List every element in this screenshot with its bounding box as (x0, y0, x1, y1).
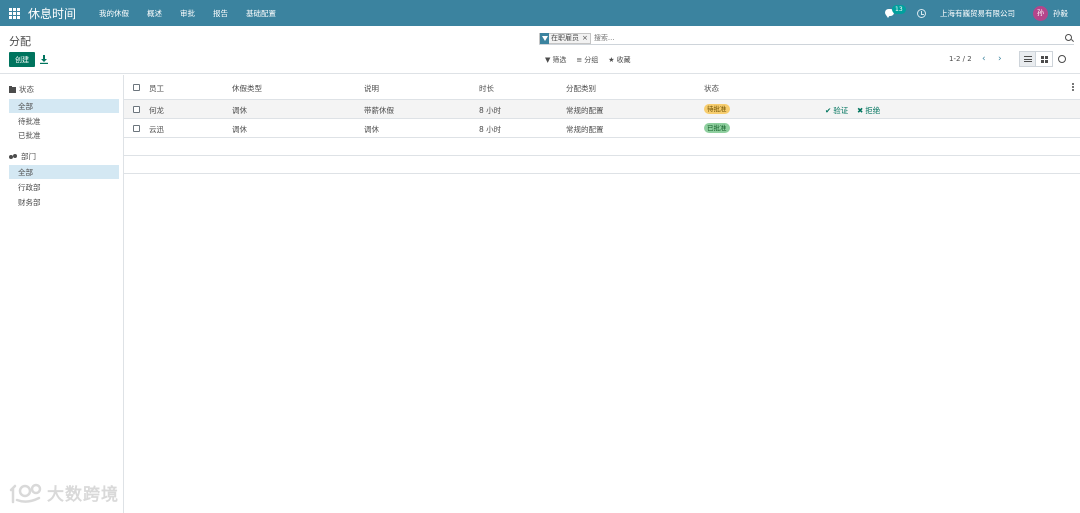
navbar-systray: 13 上海有巍贸易有限公司 孙 孙毅 (885, 0, 1080, 26)
users-icon (9, 153, 18, 160)
search-bar: 在职雇员 × (539, 32, 1074, 45)
refuse-button[interactable]: ✖ 拒绝 (857, 105, 880, 116)
clock-icon (1057, 55, 1066, 63)
favorite-label: 收藏 (616, 56, 631, 64)
side-item-department-finance[interactable]: 财务部 (9, 195, 119, 209)
top-navbar: 休息时间 我的休假 概述 审批 报告 基础配置 13 上海有巍贸易有限公司 孙 … (0, 0, 1080, 26)
cell-leave-type: 调休 (232, 106, 247, 115)
side-group-department-title: 部门 (9, 151, 36, 162)
funnel-icon: ▼ (545, 56, 551, 64)
side-item-status-pending[interactable]: 待批准 (9, 114, 119, 128)
table-header: 员工 休假类型 说明 时长 分配类别 状态 (124, 75, 1080, 100)
column-header-description[interactable]: 说明 (364, 83, 379, 94)
kanban-icon (1040, 55, 1048, 63)
side-group-label: 部门 (21, 152, 36, 161)
validate-button[interactable]: ✔ 验证 (825, 105, 848, 116)
cell-duration: 8 小时 (479, 125, 502, 134)
pager-value[interactable]: 1-2 / 2 (949, 55, 972, 63)
table-row[interactable]: 云迅 调休 调休 8 小时 常规的配置 已批准 (124, 119, 1080, 138)
column-header-category[interactable]: 分配类别 (566, 83, 596, 94)
create-button[interactable]: 创建 (9, 52, 35, 67)
facet-remove-icon[interactable]: × (581, 34, 590, 42)
column-header-duration[interactable]: 时长 (479, 83, 494, 94)
watermark-logo-icon (9, 483, 42, 503)
watermark-text: 大数跨境 (47, 485, 119, 505)
refuse-label: 拒绝 (865, 106, 881, 115)
empty-row (124, 138, 1080, 156)
list-icon (1023, 56, 1032, 62)
cross-icon: ✖ (857, 106, 864, 115)
watermark: 大数跨境 (9, 480, 119, 505)
group-label: 分组 (584, 56, 599, 64)
row-checkbox[interactable] (133, 125, 140, 132)
apps-menu-icon[interactable] (9, 7, 20, 19)
side-group-status-title: 状态 (9, 84, 34, 95)
menu-item-overview[interactable]: 概述 (138, 8, 171, 19)
cell-category: 常规的配置 (566, 125, 604, 134)
filter-icon (540, 32, 549, 44)
user-avatar[interactable]: 孙 (1033, 5, 1048, 21)
menu-item-approvals[interactable]: 审批 (171, 8, 204, 19)
cell-duration: 8 小时 (479, 106, 502, 115)
main-menu: 我的休假 概述 审批 报告 基础配置 (90, 8, 285, 19)
menu-item-configuration[interactable]: 基础配置 (237, 8, 285, 19)
search-icon[interactable] (1065, 34, 1072, 41)
message-count-badge: 13 (892, 5, 906, 14)
side-item-department-all[interactable]: 全部 (9, 165, 119, 179)
user-name[interactable]: 孙毅 (1053, 8, 1068, 19)
cell-description: 调休 (364, 125, 379, 134)
filter-dropdown[interactable]: ▼ 筛选 (545, 55, 566, 65)
column-header-employee[interactable]: 员工 (149, 83, 164, 94)
app-title[interactable]: 休息时间 (28, 5, 76, 22)
table-row[interactable]: 何龙 调休 带薪休假 8 小时 常规的配置 待批准 ✔ 验证 ✖ 拒绝 (124, 100, 1080, 119)
check-icon: ✔ (825, 106, 832, 115)
favorites-dropdown[interactable]: ★ 收藏 (608, 55, 630, 65)
cell-description: 带薪休假 (364, 106, 394, 115)
folder-icon (9, 85, 16, 93)
search-options: ▼ 筛选 ≡ 分组 ★ 收藏 (545, 55, 641, 65)
side-item-status-all[interactable]: 全部 (9, 99, 119, 113)
row-checkbox[interactable] (133, 106, 140, 113)
cell-employee: 何龙 (149, 106, 164, 115)
kanban-view-button[interactable] (1036, 51, 1053, 67)
side-item-department-admin[interactable]: 行政部 (9, 180, 119, 194)
pager-next-icon[interactable]: › (998, 54, 1002, 64)
facet-value: 在职雇员 (551, 34, 579, 42)
empty-row (124, 156, 1080, 174)
cell-leave-type: 调休 (232, 125, 247, 134)
messaging-menu[interactable]: 13 (885, 5, 906, 20)
filter-label: 筛选 (552, 56, 567, 64)
column-header-status[interactable]: 状态 (704, 83, 719, 94)
side-group-label: 状态 (19, 85, 34, 94)
side-item-status-approved[interactable]: 已批准 (9, 128, 119, 142)
search-facet: 在职雇员 × (539, 32, 591, 44)
activity-view-button[interactable] (1053, 51, 1070, 67)
control-panel: 分配 创建 在职雇员 × ▼ 筛选 ≡ 分组 ★ 收藏 1-2 / 2 ‹ › (0, 26, 1080, 74)
star-icon: ★ (608, 56, 615, 64)
optional-columns-icon[interactable] (1072, 83, 1074, 91)
validate-label: 验证 (833, 106, 849, 115)
cell-employee: 云迅 (149, 125, 164, 134)
download-icon[interactable] (40, 55, 48, 64)
list-view-button[interactable] (1019, 51, 1036, 67)
page-title: 分配 (9, 35, 31, 48)
pager-previous-icon[interactable]: ‹ (982, 54, 986, 64)
company-switcher[interactable]: 上海有巍贸易有限公司 (940, 8, 1015, 19)
menu-item-my-leaves[interactable]: 我的休假 (90, 8, 138, 19)
status-badge: 已批准 (704, 123, 730, 133)
search-side-panel: 状态 全部 待批准 已批准 部门 全部 行政部 财务部 (0, 75, 124, 513)
menu-item-reports[interactable]: 报告 (204, 8, 237, 19)
search-input[interactable] (593, 34, 794, 42)
column-header-leave-type[interactable]: 休假类型 (232, 83, 262, 94)
cell-category: 常规的配置 (566, 106, 604, 115)
select-all-checkbox[interactable] (133, 84, 140, 91)
activity-clock-icon[interactable] (917, 8, 926, 18)
status-badge: 待批准 (704, 104, 730, 114)
allocation-list: 员工 休假类型 说明 时长 分配类别 状态 何龙 调休 带薪休假 8 小时 常规… (124, 75, 1080, 174)
group-by-dropdown[interactable]: ≡ 分组 (576, 55, 598, 65)
bars-icon: ≡ (576, 56, 583, 64)
